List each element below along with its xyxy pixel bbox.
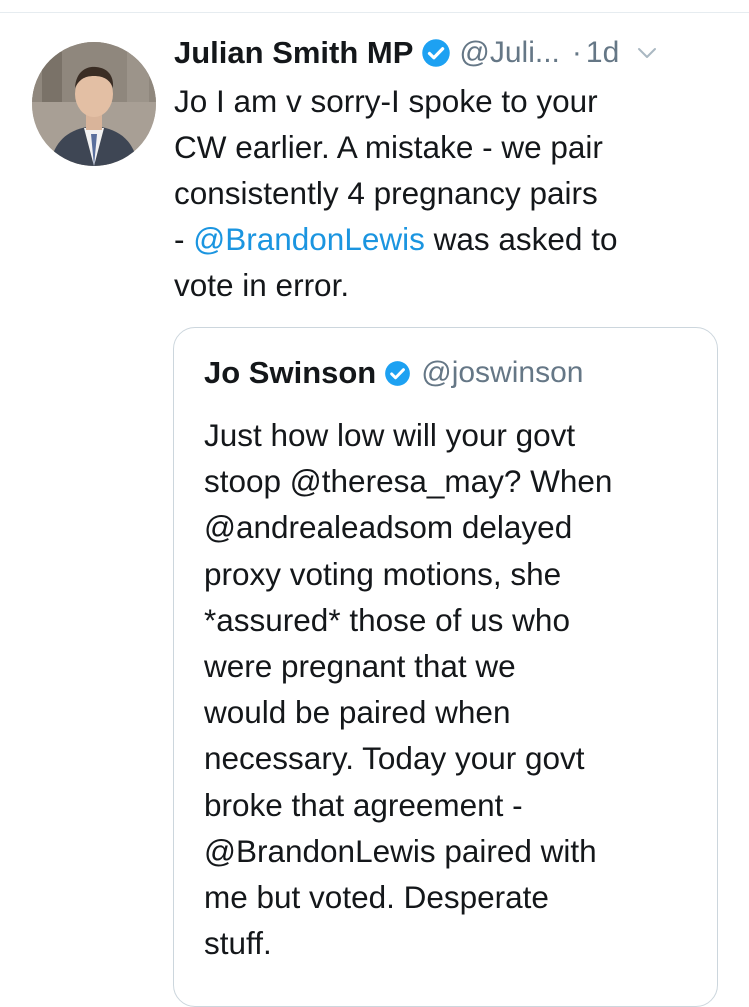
quoted-text-line: would be paired when	[204, 694, 511, 731]
author-handle[interactable]: @Juli...	[459, 36, 559, 70]
tweet-text-line: vote in error.	[174, 267, 350, 303]
quoted-author-handle: @joswinson	[421, 356, 584, 389]
quoted-text-line: *assured* those of us who	[204, 601, 570, 638]
quoted-author-name: Jo Swinson	[204, 355, 377, 390]
tweet-text-line: Jo I am v sorry-I spoke to your	[174, 83, 598, 119]
text-fragment: was asked to	[424, 221, 618, 257]
chevron-down-icon[interactable]	[635, 41, 659, 65]
mention-link[interactable]: @BrandonLewis	[193, 221, 425, 257]
top-divider	[0, 12, 749, 13]
tweet-text: Jo I am v sorry-I spoke to your CW earli…	[174, 78, 734, 308]
quoted-text-line: me but voted. Desperate	[204, 879, 549, 916]
quoted-text-line: @BrandonLewis paired with	[204, 832, 597, 869]
quoted-text-line: Just how low will your govt	[204, 417, 576, 453]
quoted-text-line: proxy voting motions, she	[204, 555, 562, 592]
text-fragment: -	[174, 221, 194, 257]
quoted-tweet-header: Jo Swinson @joswinson	[204, 351, 583, 395]
tweet-header: Julian Smith MP @Juli... · 1d	[174, 30, 734, 76]
quoted-text-line: necessary. Today your govt	[204, 740, 585, 777]
tweet-text-line: - @BrandonLewis was asked to	[174, 216, 734, 262]
verified-badge-icon	[385, 360, 411, 386]
separator-dot: ·	[571, 36, 582, 69]
quoted-text-line: stoop @theresa_may? When	[204, 463, 613, 500]
quoted-tweet-text: Just how low will your govt stoop @there…	[204, 412, 704, 966]
quoted-text-line: broke that agreement -	[204, 786, 523, 823]
tweet-timestamp[interactable]: 1d	[586, 36, 619, 70]
verified-badge-icon	[422, 39, 451, 67]
quoted-text-line: stuff.	[204, 925, 272, 962]
avatar-photo-icon	[32, 42, 156, 166]
author-name[interactable]: Julian Smith MP	[174, 35, 413, 71]
avatar[interactable]	[32, 42, 156, 166]
tweet-text-line: CW earlier. A mistake - we pair	[174, 129, 603, 165]
quoted-text-line: @andrealeadsom delayed	[204, 509, 573, 546]
tweet-text-line: consistently 4 pregnancy pairs	[174, 175, 598, 211]
quoted-text-line: were pregnant that we	[204, 648, 516, 685]
